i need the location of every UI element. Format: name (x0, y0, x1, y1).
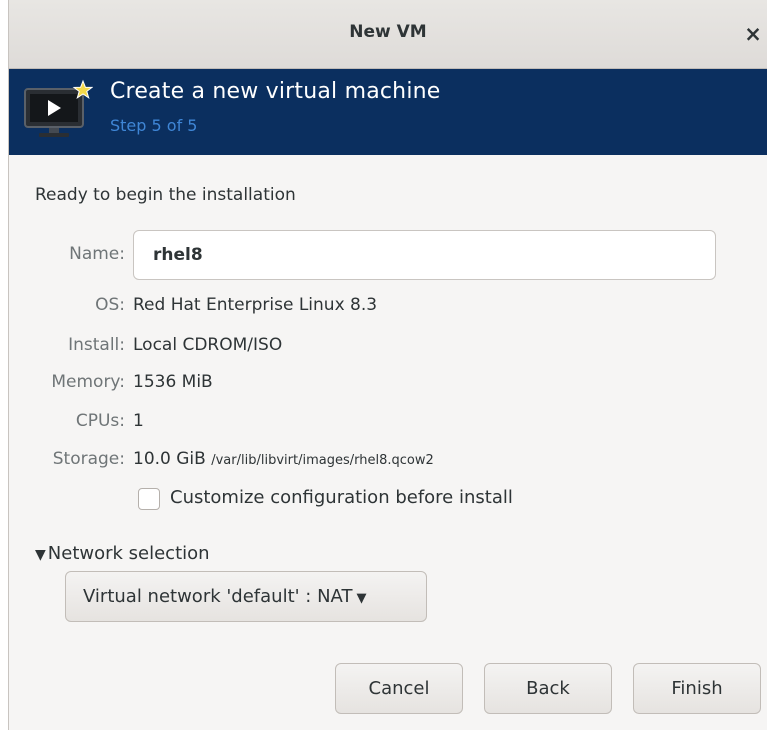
wizard-banner: Create a new virtual machine Step 5 of 5 (9, 69, 767, 155)
close-icon: × (744, 22, 762, 46)
finish-button[interactable]: Finish (633, 663, 761, 714)
cpus-value: 1 (133, 411, 144, 431)
vm-name-input[interactable] (133, 230, 716, 280)
customize-checkbox[interactable] (138, 488, 160, 510)
new-vm-dialog: New VM × Create a new virtual machine St… (8, 0, 767, 730)
cpus-label: CPUs: (75, 411, 125, 431)
back-button[interactable]: Back (484, 663, 612, 714)
cancel-button[interactable]: Cancel (335, 663, 463, 714)
network-selection-label: Network selection (47, 543, 210, 564)
os-value: Red Hat Enterprise Linux 8.3 (133, 295, 378, 315)
chevron-down-icon: ▼ (356, 591, 367, 606)
expander-triangle-icon: ▼ (35, 547, 46, 563)
close-button[interactable]: × (739, 18, 767, 50)
network-selection-expander[interactable]: ▼ Network selection (35, 543, 210, 564)
storage-label: Storage: (52, 449, 125, 469)
os-label: OS: (95, 295, 125, 315)
install-value: Local CDROM/ISO (133, 335, 283, 355)
storage-path: /var/lib/libvirt/images/rhel8.qcow2 (211, 453, 434, 468)
storage-value: 10.0 GiB /var/lib/libvirt/images/rhel8.q… (133, 449, 434, 469)
customize-checkbox-label[interactable]: Customize configuration before install (170, 487, 513, 508)
banner-title: Create a new virtual machine (110, 79, 441, 104)
memory-value: 1536 MiB (133, 372, 213, 392)
monitor-play-icon (24, 79, 93, 137)
memory-label: Memory: (51, 372, 125, 392)
storage-size: 10.0 GiB (133, 449, 206, 469)
name-label: Name: (69, 244, 125, 264)
titlebar[interactable]: New VM × (9, 0, 767, 69)
summary-panel: Ready to begin the installation Name: OS… (9, 155, 767, 730)
install-label: Install: (68, 335, 125, 355)
step-indicator: Step 5 of 5 (110, 116, 198, 135)
network-source-value: Virtual network 'default' : NAT (83, 586, 353, 607)
window-title: New VM (349, 22, 427, 42)
network-source-dropdown[interactable]: Virtual network 'default' : NAT ▼ (65, 571, 427, 622)
summary-heading: Ready to begin the installation (35, 185, 296, 205)
